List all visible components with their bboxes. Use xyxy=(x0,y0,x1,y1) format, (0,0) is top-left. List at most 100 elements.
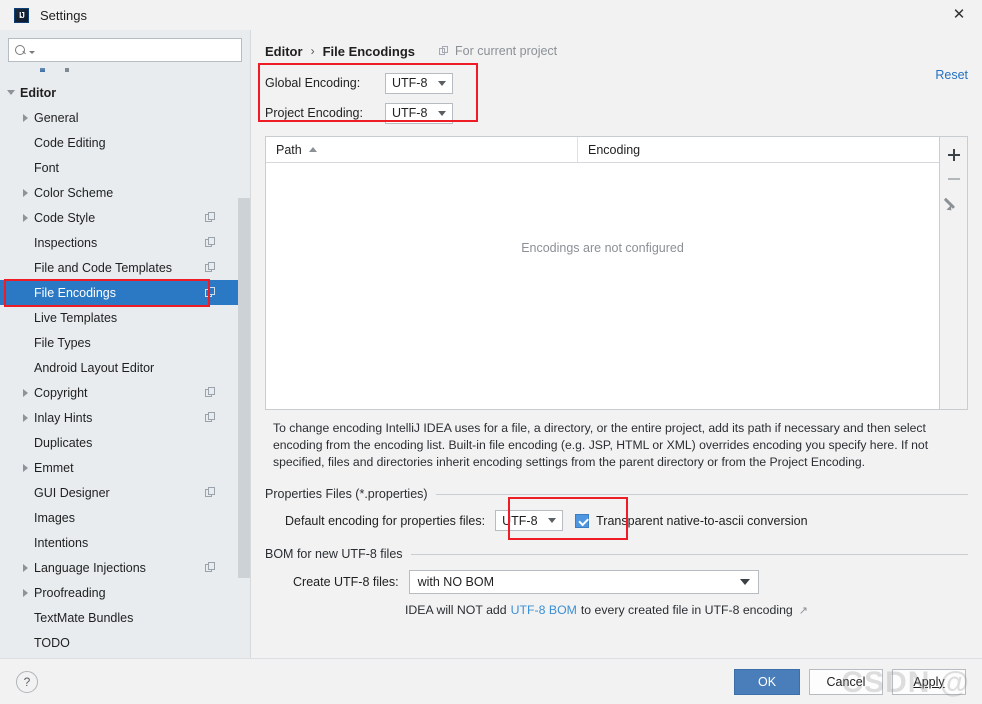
sidebar-item-label: Inspections xyxy=(34,235,98,250)
sidebar-item-intentions[interactable]: Intentions xyxy=(0,530,250,555)
project-scope-icon xyxy=(205,562,216,573)
scope-note: For current project xyxy=(439,44,557,58)
sidebar-item-live-templates[interactable]: Live Templates xyxy=(0,305,250,330)
help-button[interactable]: ? xyxy=(16,670,38,693)
edit-pencil-icon xyxy=(942,191,966,215)
sidebar-item-label: Android Layout Editor xyxy=(34,360,155,375)
ok-button[interactable]: OK xyxy=(734,668,800,695)
transparent-native-to-ascii-label: Transparent native-to-ascii conversion xyxy=(596,513,808,528)
settings-sidebar: Editor General Code Editing Font Color Schem… xyxy=(0,30,251,658)
chevron-right-icon[interactable] xyxy=(20,455,34,480)
chevron-right-icon[interactable] xyxy=(20,205,34,230)
sidebar-item-textmate-bundles[interactable]: TextMate Bundles xyxy=(0,605,250,630)
sidebar-item-file-types[interactable]: File Types xyxy=(0,330,250,355)
global-encoding-dropdown[interactable]: UTF-8 xyxy=(385,72,453,94)
breadcrumb-separator: › xyxy=(310,44,315,58)
sidebar-item-general[interactable]: General xyxy=(0,105,250,130)
sidebar-item-label: Copyright xyxy=(34,385,88,400)
close-icon[interactable]: ✕ xyxy=(948,6,970,24)
chevron-right-icon[interactable] xyxy=(20,405,34,430)
breadcrumb-parent[interactable]: Editor xyxy=(265,44,303,59)
encoding-fields: Global Encoding: UTF-8 Project Encoding:… xyxy=(265,68,968,128)
transparent-native-to-ascii-checkbox[interactable] xyxy=(575,513,590,528)
sidebar-item-editor[interactable]: Editor xyxy=(0,80,250,105)
chevron-down-icon xyxy=(739,579,750,585)
sort-ascending-icon xyxy=(308,147,317,152)
apply-button[interactable]: Apply xyxy=(892,668,966,695)
external-link-icon: ↗ xyxy=(798,604,808,617)
bom-hint-prefix: IDEA will NOT add xyxy=(405,603,507,617)
chevron-right-icon[interactable] xyxy=(20,105,34,130)
sidebar-item-label: Color Scheme xyxy=(34,185,114,200)
sidebar-item-android-layout-editor[interactable]: Android Layout Editor xyxy=(0,355,250,380)
project-scope-icon xyxy=(439,46,449,56)
sidebar-item-code-style[interactable]: Code Style xyxy=(0,205,250,230)
properties-group-title: Properties Files (*.properties) xyxy=(265,487,968,501)
sidebar-item-label: Intentions xyxy=(34,535,89,550)
page-title: File Encodings xyxy=(322,43,416,59)
sidebar-item-images[interactable]: Images xyxy=(0,505,250,530)
sidebar-item-inspections[interactable]: Inspections xyxy=(0,230,250,255)
search-icon xyxy=(15,44,28,57)
add-icon[interactable] xyxy=(942,143,966,167)
sidebar-item-language-injections[interactable]: Language Injections xyxy=(0,555,250,580)
column-header-encoding-label: Encoding xyxy=(588,142,641,157)
chevron-right-icon[interactable] xyxy=(20,555,34,580)
bom-hint-link[interactable]: UTF-8 BOM xyxy=(511,603,577,617)
sidebar-item-label: TextMate Bundles xyxy=(34,610,134,625)
chevron-down-icon[interactable] xyxy=(6,80,20,105)
project-scope-icon xyxy=(205,212,216,223)
sidebar-item-inlay-hints[interactable]: Inlay Hints xyxy=(0,405,250,430)
sidebar-item-file-and-code-templates[interactable]: File and Code Templates xyxy=(0,255,250,280)
sidebar-scrollbar[interactable] xyxy=(238,198,250,578)
cancel-button[interactable]: Cancel xyxy=(809,668,883,695)
settings-tree: Editor General Code Editing Font Color Schem… xyxy=(0,66,250,658)
properties-default-encoding-dropdown[interactable]: UTF-8 xyxy=(495,510,564,531)
search-container xyxy=(0,30,250,62)
create-utf8-files-dropdown[interactable]: with NO BOM xyxy=(408,570,759,594)
sidebar-item-copyright[interactable]: Copyright xyxy=(0,380,250,405)
sidebar-item-emmet[interactable]: Emmet xyxy=(0,455,250,480)
chevron-right-icon[interactable] xyxy=(20,580,34,605)
tree-partial-row xyxy=(0,66,250,80)
encodings-table[interactable]: Path Encoding Encodings are not configur… xyxy=(265,136,940,410)
sidebar-item-label: Code Editing xyxy=(34,135,106,150)
column-header-encoding[interactable]: Encoding xyxy=(578,137,650,162)
search-input[interactable] xyxy=(35,42,235,58)
chevron-down-icon xyxy=(548,518,557,523)
sidebar-item-font[interactable]: Font xyxy=(0,155,250,180)
project-encoding-value: UTF-8 xyxy=(392,106,428,120)
sidebar-item-duplicates[interactable]: Duplicates xyxy=(0,430,250,455)
sidebar-item-label: Proofreading xyxy=(34,585,106,600)
group-divider xyxy=(410,553,968,555)
sidebar-item-color-scheme[interactable]: Color Scheme xyxy=(0,180,250,205)
sidebar-item-label: TODO xyxy=(34,635,70,650)
encodings-description: To change encoding IntelliJ IDEA uses fo… xyxy=(273,421,929,469)
project-encoding-row: Project Encoding: UTF-8 xyxy=(265,98,968,128)
create-utf8-files-value: with NO BOM xyxy=(417,575,494,589)
sidebar-item-label: Duplicates xyxy=(34,435,93,450)
sidebar-item-file-encodings[interactable]: File Encodings xyxy=(0,280,250,305)
sidebar-item-proofreading[interactable]: Proofreading xyxy=(0,580,250,605)
sidebar-item-label: Inlay Hints xyxy=(34,410,93,425)
chevron-right-icon[interactable] xyxy=(20,180,34,205)
project-encoding-dropdown[interactable]: UTF-8 xyxy=(385,102,453,124)
search-box[interactable] xyxy=(8,38,242,62)
sidebar-item-todo[interactable]: TODO xyxy=(0,630,250,655)
properties-group-title-label: Properties Files (*.properties) xyxy=(265,487,428,501)
sidebar-item-code-editing[interactable]: Code Editing xyxy=(0,130,250,155)
column-header-path[interactable]: Path xyxy=(266,137,578,162)
chevron-right-icon[interactable] xyxy=(20,380,34,405)
bom-group-body: Create UTF-8 files: with NO BOM xyxy=(265,561,968,594)
sidebar-item-label: GUI Designer xyxy=(34,485,110,500)
sidebar-item-gui-designer[interactable]: GUI Designer xyxy=(0,480,250,505)
